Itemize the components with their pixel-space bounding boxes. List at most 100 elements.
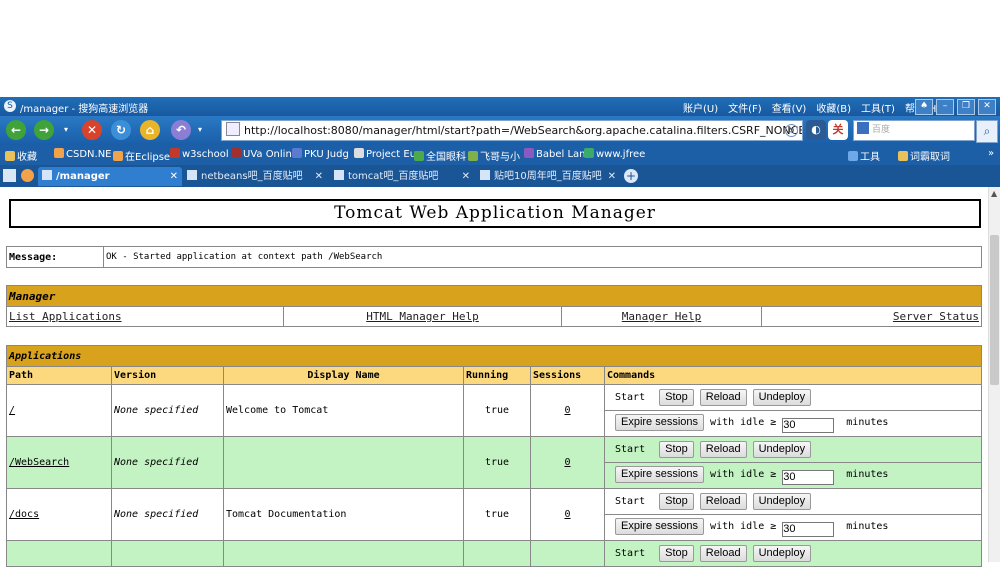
- refresh-icon[interactable]: ↻: [111, 120, 131, 140]
- search-icon[interactable]: ⌕: [976, 120, 998, 143]
- minimize-icon[interactable]: –: [936, 99, 954, 115]
- reload-button[interactable]: Reload: [699, 441, 747, 458]
- message-table: Message: OK - Started application at con…: [6, 246, 982, 268]
- address-refresh-icon[interactable]: ↻: [785, 124, 798, 137]
- scrollbar-thumb[interactable]: [990, 235, 999, 385]
- tab-netbeans[interactable]: netbeans吧_百度贴吧 ✕: [183, 167, 327, 186]
- sidebar-toggle-icon[interactable]: [3, 169, 16, 182]
- security-icon[interactable]: ◐: [806, 120, 826, 140]
- table-row: /docs None specified Tomcat Documentatio…: [6, 488, 982, 541]
- bookmark-item[interactable]: 在Eclipse: [113, 148, 170, 163]
- tab-manager[interactable]: /manager ✕: [38, 167, 182, 186]
- bookmark-item[interactable]: www.jfree: [584, 148, 645, 160]
- bookmark-item[interactable]: 飞哥与小: [468, 148, 520, 163]
- with-idle-label: with idle ≥: [710, 469, 777, 480]
- undeploy-button[interactable]: Undeploy: [752, 389, 812, 406]
- search-input[interactable]: 百度: [853, 120, 975, 141]
- html-manager-help-link[interactable]: HTML Manager Help: [283, 306, 562, 327]
- app-path-link[interactable]: /WebSearch: [6, 436, 112, 489]
- app-sessions-link[interactable]: [530, 540, 605, 567]
- expire-sessions-button[interactable]: Expire sessions: [615, 414, 705, 431]
- tab-tomcat[interactable]: tomcat吧_百度贴吧 ✕: [330, 167, 474, 186]
- app-sessions-link[interactable]: 0: [530, 436, 605, 489]
- undeploy-button[interactable]: Undeploy: [752, 545, 812, 562]
- message-label: Message:: [6, 246, 104, 268]
- app-sessions-link[interactable]: 0: [530, 384, 605, 437]
- new-tab-icon[interactable]: +: [624, 169, 638, 183]
- search-engine-icon[interactable]: [857, 122, 869, 134]
- menu-view[interactable]: 查看(V): [772, 100, 807, 115]
- history-dropdown-icon[interactable]: ▾: [60, 120, 72, 140]
- app-path-link[interactable]: /: [6, 384, 112, 437]
- reload-button[interactable]: Reload: [699, 389, 747, 406]
- restore-icon[interactable]: ❐: [957, 99, 975, 115]
- bookmark-icon: [414, 151, 424, 161]
- expire-sessions-button[interactable]: Expire sessions: [615, 466, 705, 483]
- extension-icon[interactable]: [21, 169, 34, 182]
- column-display-name: Display Name: [223, 366, 464, 385]
- bookmark-item[interactable]: w3school: [170, 148, 229, 160]
- menu-favorites[interactable]: 收藏(B): [816, 100, 851, 115]
- skin-icon[interactable]: ♠: [915, 99, 933, 115]
- bookmark-favorites[interactable]: 收藏: [5, 148, 37, 163]
- stop-button[interactable]: Stop: [659, 441, 694, 458]
- expire-sessions-button[interactable]: Expire sessions: [615, 518, 705, 535]
- list-applications-link[interactable]: List Applications: [6, 306, 284, 327]
- undo-dropdown-icon[interactable]: ▾: [194, 120, 206, 140]
- translate-icon[interactable]: 关: [828, 120, 848, 140]
- close-window-icon[interactable]: ✕: [978, 99, 996, 115]
- bookmark-item[interactable]: UVa Onlin: [231, 148, 292, 160]
- search-placeholder: 百度: [872, 125, 891, 135]
- address-bar[interactable]: http://localhost:8080/manager/html/start…: [221, 120, 803, 141]
- tab-tieba[interactable]: 贴吧10周年吧_百度贴吧 ✕: [476, 167, 620, 186]
- back-icon[interactable]: ←: [6, 120, 26, 140]
- menu-tools[interactable]: 工具(T): [861, 100, 895, 115]
- stop-button[interactable]: Stop: [659, 493, 694, 510]
- undeploy-button[interactable]: Undeploy: [752, 493, 812, 510]
- bookmark-item[interactable]: CSDN.NE: [54, 148, 112, 160]
- app-path-link[interactable]: /docs: [6, 488, 112, 541]
- undo-close-icon[interactable]: ↶: [171, 120, 191, 140]
- bookmark-item[interactable]: Babel Lan: [524, 148, 585, 160]
- menu-file[interactable]: 文件(F): [728, 100, 762, 115]
- app-display-name: [223, 436, 464, 489]
- reload-button[interactable]: Reload: [699, 545, 747, 562]
- home-icon[interactable]: ⌂: [140, 120, 160, 140]
- scroll-up-icon[interactable]: ▲: [991, 189, 997, 198]
- undeploy-button[interactable]: Undeploy: [752, 441, 812, 458]
- close-tab-icon[interactable]: ✕: [608, 167, 616, 186]
- idle-minutes-input[interactable]: 30: [782, 418, 835, 433]
- bookmarks-overflow-icon[interactable]: »: [988, 148, 994, 159]
- close-tab-icon[interactable]: ✕: [315, 167, 323, 186]
- app-display-name: Tomcat Documentation: [223, 488, 464, 541]
- idle-minutes-input[interactable]: 30: [782, 470, 835, 485]
- dictionary-icon: [898, 151, 908, 161]
- reload-button[interactable]: Reload: [699, 493, 747, 510]
- stop-load-icon[interactable]: ✕: [82, 120, 102, 140]
- browser-logo-icon: S: [4, 100, 16, 112]
- close-tab-icon[interactable]: ✕: [170, 167, 178, 186]
- dictionary-button[interactable]: 词霸取词: [898, 148, 950, 163]
- app-path-link[interactable]: [6, 540, 112, 567]
- bookmark-item[interactable]: 全国眼科: [414, 148, 466, 163]
- idle-minutes-input[interactable]: 30: [782, 522, 835, 537]
- bookmark-icon: [468, 151, 478, 161]
- app-sessions-link[interactable]: 0: [530, 488, 605, 541]
- tools-button[interactable]: 工具: [848, 148, 880, 163]
- bookmark-item[interactable]: Project Eu: [354, 148, 416, 160]
- blank-area: [0, 0, 1000, 97]
- forward-icon[interactable]: →: [34, 120, 54, 140]
- server-status-link[interactable]: Server Status: [761, 306, 982, 327]
- message-text: OK - Started application at context path…: [103, 246, 982, 268]
- stop-button[interactable]: Stop: [659, 545, 694, 562]
- manager-help-link[interactable]: Manager Help: [561, 306, 762, 327]
- table-row: Start Stop Reload Undeploy: [6, 540, 982, 567]
- bookmark-item[interactable]: PKU Judg: [292, 148, 349, 160]
- app-version: None specified: [111, 436, 224, 489]
- close-tab-icon[interactable]: ✕: [462, 167, 470, 186]
- stop-button[interactable]: Stop: [659, 389, 694, 406]
- menu-account[interactable]: 账户(U): [683, 100, 718, 115]
- vertical-scrollbar[interactable]: ▲: [988, 187, 1000, 562]
- bookmark-icon: [292, 148, 302, 158]
- page-icon: [226, 122, 240, 136]
